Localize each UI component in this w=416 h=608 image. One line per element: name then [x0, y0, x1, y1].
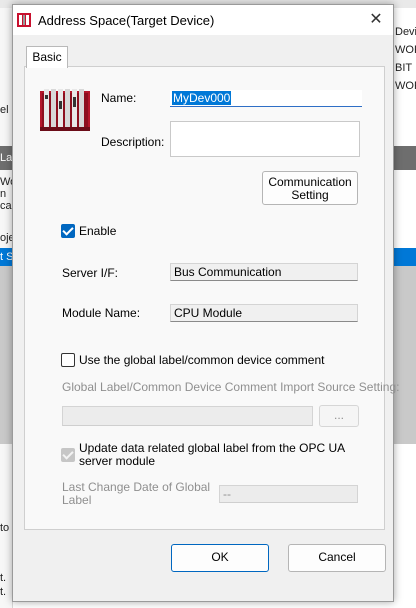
background-right-header: [392, 146, 416, 170]
background-text: n: [0, 188, 7, 200]
dialog-titlebar[interactable]: Address Space(Target Device) ✕: [13, 5, 393, 35]
dialog-title: Address Space(Target Device): [38, 13, 215, 28]
server-if-label: Server I/F:: [62, 266, 119, 280]
background-text: ca: [0, 200, 12, 212]
tab-basic[interactable]: Basic: [26, 46, 68, 68]
global-label-checkbox-label: Use the global label/common device comme…: [79, 353, 325, 367]
module-name-field: CPU Module: [170, 304, 358, 322]
plc-device-icon: [40, 89, 90, 131]
background-text: t S: [0, 251, 12, 263]
global-label-checkbox[interactable]: [61, 353, 75, 367]
background-text: BIT: [395, 62, 413, 74]
module-name-label: Module Name:: [62, 306, 141, 320]
enable-label: Enable: [79, 224, 117, 238]
background-text: Lab: [0, 152, 12, 164]
ok-button[interactable]: OK: [171, 544, 269, 572]
address-space-dialog: Address Space(Target Device) ✕ Basic Nam…: [12, 4, 399, 602]
name-field-value: MyDev000: [172, 91, 232, 105]
background-text: WOR: [395, 80, 416, 92]
server-if-field: Bus Communication: [170, 263, 358, 281]
background-text: t.: [0, 586, 7, 598]
import-source-field[interactable]: [62, 406, 313, 426]
last-change-date-field: --: [219, 485, 358, 503]
background-text: WOR: [395, 44, 416, 56]
background-right-area: [392, 266, 416, 444]
last-change-date-label: Last Change Date of Global Label: [62, 481, 210, 507]
description-label: Description:: [101, 135, 165, 149]
enable-checkbox[interactable]: [61, 224, 75, 238]
browse-button[interactable]: ...: [319, 405, 359, 427]
close-icon[interactable]: ✕: [359, 5, 393, 35]
update-data-label: Update data related global label from th…: [79, 442, 345, 468]
background-text: Wor: [0, 176, 12, 188]
background-text: to: [0, 522, 10, 534]
background-text: el (: [0, 104, 12, 116]
description-field[interactable]: [170, 121, 360, 157]
background-text: t.: [0, 572, 7, 584]
background-text: oje: [0, 232, 12, 244]
name-label: Name:: [101, 91, 137, 105]
update-data-label-line2: server module: [79, 454, 156, 468]
cancel-button[interactable]: Cancel: [288, 544, 386, 572]
app-icon: [17, 13, 31, 27]
background-right-selected-row: [392, 248, 416, 266]
communication-setting-label-2: Setting: [291, 188, 329, 202]
last-change-date-label-line2: Label: [62, 493, 92, 507]
update-data-checkbox[interactable]: [61, 448, 75, 462]
communication-setting-button[interactable]: Communication Setting: [262, 171, 358, 205]
background-text: Devi: [395, 26, 416, 38]
background-left-area: [0, 266, 12, 444]
import-source-label: Global Label/Common Device Comment Impor…: [62, 380, 400, 394]
name-field[interactable]: MyDev000: [170, 90, 362, 107]
